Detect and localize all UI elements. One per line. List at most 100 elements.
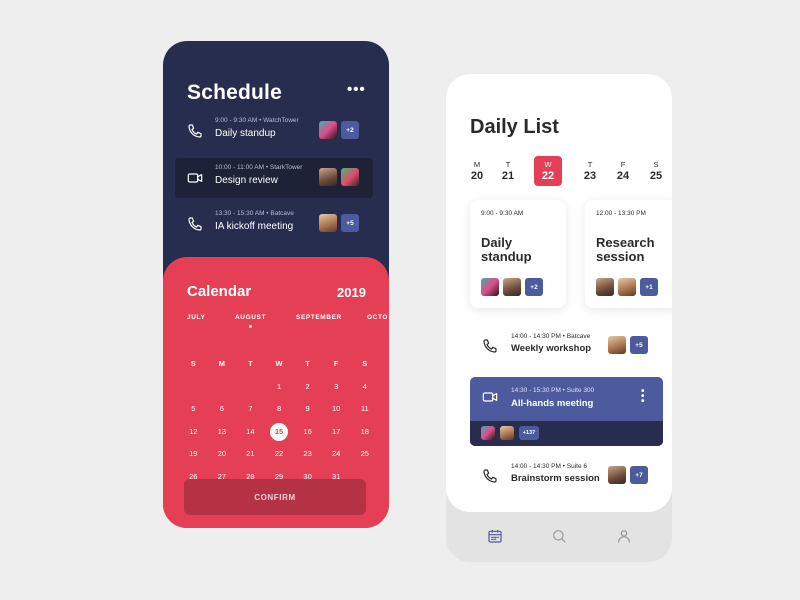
day-selector[interactable]: F 24 — [610, 156, 636, 182]
schedule-event-active[interactable]: 10:00 - 11:00 AM • StarkTower Design rev… — [175, 158, 373, 198]
calendar-day[interactable]: 5 — [179, 400, 208, 418]
more-options-button[interactable]: ••• — [347, 81, 366, 98]
weekday-header: S — [190, 359, 196, 369]
event-name: IA kickoff meeting — [215, 221, 294, 232]
day-number: 22 — [541, 170, 555, 182]
day-selector[interactable]: T 21 — [495, 156, 521, 182]
calendar-day-number: 16 — [303, 426, 312, 436]
event-name: Daily standup — [215, 128, 276, 139]
calendar-day[interactable]: 2 — [293, 378, 322, 396]
calendar-day[interactable]: 24 — [322, 445, 351, 463]
calendar-day[interactable]: 10 — [322, 400, 351, 418]
calendar-day-selected[interactable]: 15 — [265, 422, 294, 441]
calendar-day[interactable]: 21 — [236, 445, 265, 463]
calendar-day[interactable]: 1 — [265, 378, 294, 396]
profile-icon[interactable] — [616, 528, 632, 544]
day-selector[interactable]: M 20 — [464, 156, 490, 182]
avatar — [608, 466, 626, 484]
bottom-nav — [446, 512, 672, 562]
extra-attendees-badge: +7 — [630, 466, 648, 484]
extra-attendees-badge: +137 — [519, 426, 539, 440]
calendar-day-number: 25 — [360, 449, 369, 459]
calendar-day-number: 4 — [362, 381, 367, 391]
day-selector-selected[interactable]: W 22 — [534, 156, 562, 186]
schedule-event[interactable]: 13:30 - 15:30 AM • Batcave IA kickoff me… — [175, 204, 373, 244]
attendee-group: +7 — [608, 466, 648, 484]
event-name: Design review — [215, 175, 278, 186]
calendar-day[interactable]: 14 — [236, 423, 265, 441]
event-time: 14:30 - 15:30 PM • Suite 300 — [511, 387, 595, 394]
event-card[interactable]: 12:00 - 13:30 PM Research session +1 — [585, 200, 672, 308]
calendar-day[interactable]: 25 — [350, 445, 379, 463]
calendar-day[interactable]: 17 — [322, 423, 351, 441]
list-event[interactable]: 14:00 - 14:30 PM • Batcave Weekly worksh… — [470, 326, 656, 366]
calendar-day[interactable]: 7 — [236, 400, 265, 418]
list-event-highlighted[interactable]: 14:30 - 15:30 PM • Suite 300 All-hands m… — [470, 377, 663, 446]
calendar-day-number: 22 — [274, 449, 284, 459]
avatar — [341, 168, 359, 186]
calendar-day — [236, 378, 265, 396]
avatar — [608, 336, 626, 354]
day-selector[interactable]: T 23 — [577, 156, 603, 182]
calendar-day[interactable]: 8 — [265, 400, 294, 418]
calendar-day-number: 6 — [219, 404, 224, 414]
calendar-day[interactable]: 4 — [350, 378, 379, 396]
calendar-day-number: 19 — [189, 449, 198, 459]
calendar-week-row: 12 13 14 15 16 17 18 — [179, 421, 379, 444]
event-card[interactable]: 9:00 - 9:30 AM Daily standup +2 — [470, 200, 566, 308]
calendar-day[interactable]: 23 — [293, 445, 322, 463]
calendar-panel: Calendar 2019 JULY AUGUST SEPTEMBER OCTO… — [163, 257, 389, 528]
phone-icon — [482, 338, 498, 354]
schedule-event[interactable]: 9:00 - 9:30 AM • WatchTower Daily standu… — [175, 111, 373, 151]
attendee-group: +2 — [319, 121, 359, 139]
extra-attendees-badge: +2 — [341, 121, 359, 139]
week-strip: M 20 T 21 W 22 T 23 F 24 S 25 — [466, 156, 672, 186]
day-selector[interactable]: S 25 — [643, 156, 669, 182]
calendar-day[interactable]: 13 — [208, 423, 237, 441]
month-tab[interactable]: JULY — [187, 314, 205, 321]
calendar-day[interactable]: 19 — [179, 445, 208, 463]
month-tab-selected[interactable]: AUGUST — [235, 314, 266, 321]
day-number: 21 — [501, 170, 515, 182]
card-time: 9:00 - 9:30 AM — [481, 210, 524, 217]
calendar-icon[interactable] — [487, 528, 503, 544]
avatar — [503, 278, 521, 296]
card-title: Daily standup — [481, 235, 532, 264]
calendar-day-number: 1 — [276, 381, 282, 391]
calendar-day-number: 15 — [270, 422, 289, 441]
phone-icon — [187, 123, 203, 139]
page-title: Daily List — [470, 116, 559, 138]
calendar-day[interactable]: 6 — [208, 400, 237, 418]
calendar-day[interactable]: 9 — [293, 400, 322, 418]
day-number: 25 — [649, 170, 663, 182]
day-number: 20 — [470, 170, 484, 182]
calendar-day[interactable]: 11 — [350, 400, 379, 418]
event-name: Weekly workshop — [511, 343, 592, 354]
extra-attendees-badge: +2 — [525, 278, 543, 296]
attendee-group — [319, 168, 359, 186]
calendar-day-number: 10 — [332, 404, 341, 414]
avatar — [319, 168, 337, 186]
calendar-day[interactable]: 22 — [265, 445, 294, 463]
calendar-day[interactable]: 12 — [179, 423, 208, 441]
weekday-header: M — [218, 359, 225, 369]
calendar-day-number: 12 — [189, 426, 198, 436]
event-time: 13:30 - 15:30 AM • Batcave — [215, 210, 294, 217]
weekday-letter: S — [653, 160, 659, 169]
confirm-button[interactable]: CONFIRM — [184, 479, 366, 515]
calendar-week-row: 19 20 21 22 23 24 25 — [179, 443, 379, 466]
daily-list-phone: Daily List M 20 T 21 W 22 T 23 F 24 S 25… — [446, 74, 672, 562]
calendar-day[interactable]: 18 — [350, 423, 379, 441]
list-event[interactable]: 14:00 - 14:30 PM • Suite 6 Brainstorm se… — [470, 456, 656, 496]
calendar-day[interactable]: 3 — [322, 378, 351, 396]
attendee-group: +137 — [481, 426, 539, 440]
calendar-day[interactable]: 16 — [293, 423, 322, 441]
month-tab[interactable]: OCTO — [367, 314, 388, 321]
day-number: 23 — [583, 170, 597, 182]
calendar-year[interactable]: 2019 — [337, 285, 366, 300]
calendar-day-number: 17 — [332, 426, 341, 436]
month-tab[interactable]: SEPTEMBER — [296, 314, 342, 321]
kebab-menu-icon[interactable]: • • • — [641, 387, 645, 407]
calendar-day[interactable]: 20 — [208, 445, 237, 463]
search-icon[interactable] — [551, 528, 567, 544]
